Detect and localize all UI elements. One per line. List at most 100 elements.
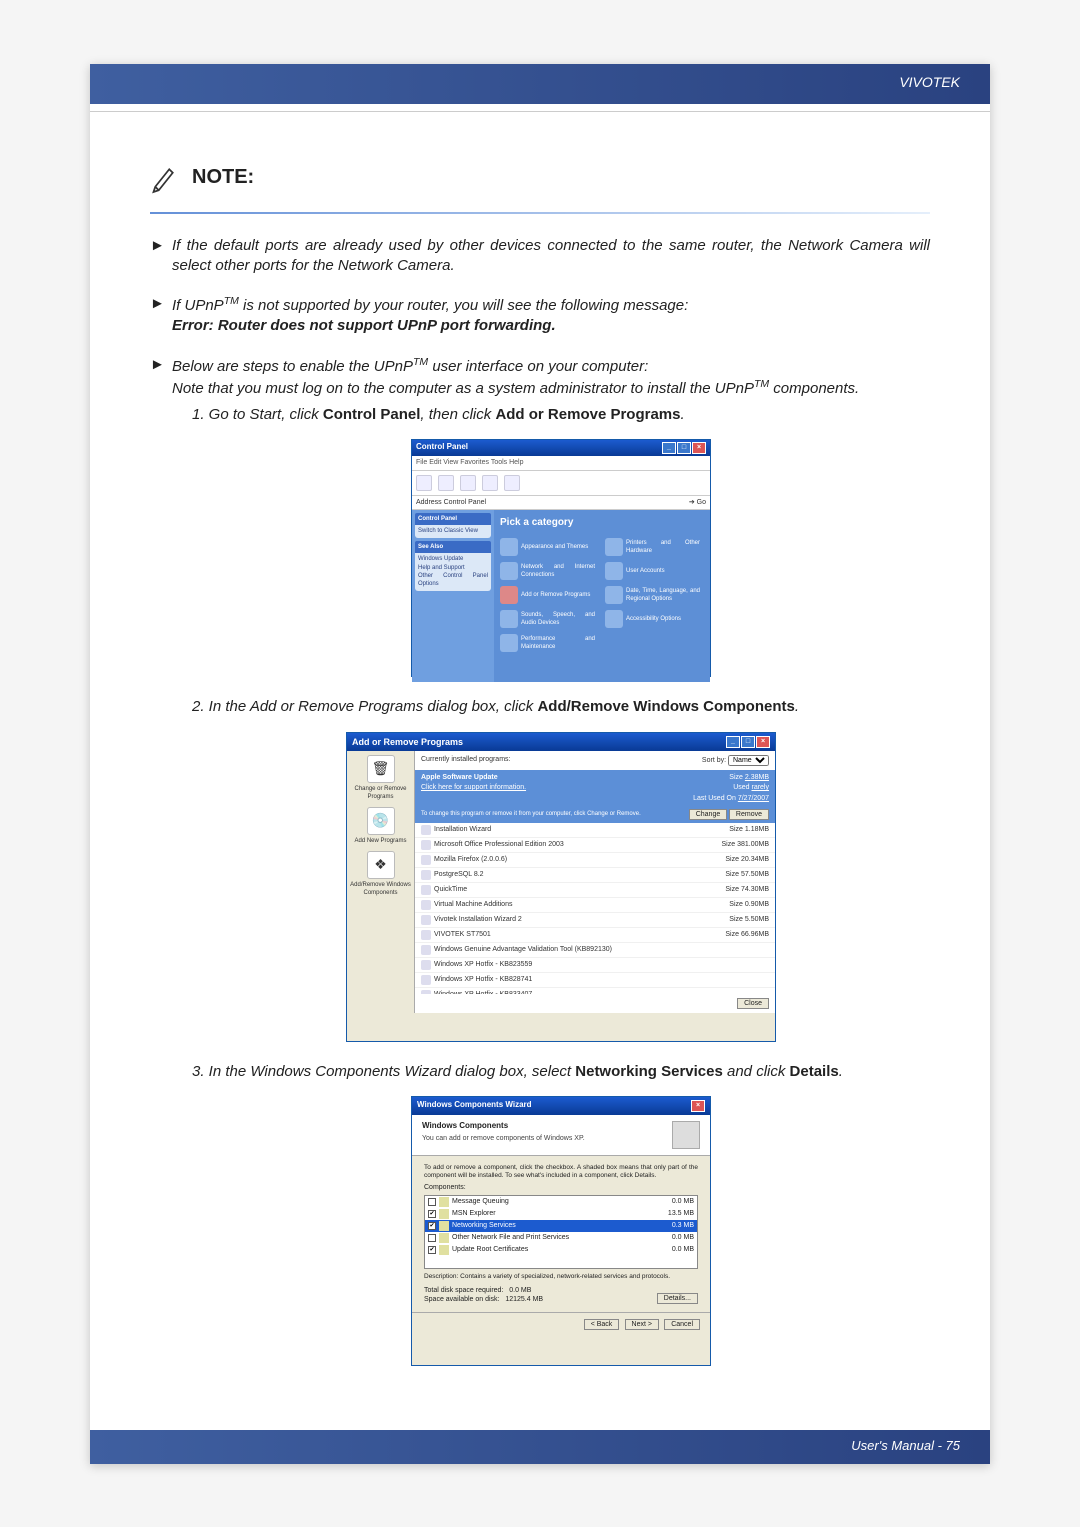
folders-button[interactable] [504,475,520,491]
cat-sounds[interactable]: Sounds, Speech, and Audio Devices [500,610,595,628]
sort-select[interactable]: Name [728,755,769,766]
sort-by: Sort by: Name [702,755,769,766]
search-button[interactable] [482,475,498,491]
cat-i-label: Performance and Maintenance [521,635,595,651]
note3-note-a: Note that you must log on to the compute… [172,380,754,397]
windows-update-link[interactable]: Windows Update [418,555,488,563]
comp-item[interactable]: Message Queuing0.0 MB [425,1196,697,1208]
arp-close-btn[interactable]: Close [737,998,769,1009]
disk-avail: 12125.4 MB [505,1296,543,1303]
note2-text-b: is not supported by your router, you wil… [239,297,688,314]
change-remove-tab[interactable]: 🗑Change or Remove Programs [349,755,412,801]
checkbox[interactable]: ✔ [428,1210,436,1218]
wcw-header-text: Windows Components You can add or remove… [422,1121,585,1143]
other-options-link[interactable]: Other Control Panel Options [418,572,488,588]
add-remove-windows-tab[interactable]: ❖Add/Remove Windows Components [349,851,412,897]
checkbox[interactable]: ✔ [428,1222,436,1230]
cp-menubar[interactable]: File Edit View Favorites Tools Help [412,456,710,470]
cat-network[interactable]: Network and Internet Connections [500,562,595,580]
checkbox[interactable]: ✔ [428,1246,436,1254]
header-accent [90,104,990,112]
checkbox[interactable] [428,1198,436,1206]
switch-classic-link[interactable]: Switch to Classic View [418,527,488,535]
change-button[interactable]: Change [689,809,728,820]
arp-maximize-button[interactable]: □ [741,736,755,748]
comp-item[interactable]: ✔Update Root Certificates0.0 MB [425,1244,697,1256]
cat-accessibility[interactable]: Accessibility Options [605,610,700,628]
arp-close-button[interactable]: × [756,736,770,748]
list-item[interactable]: Virtual Machine AdditionsSize 0.90MB [415,898,775,913]
cancel-button[interactable]: Cancel [664,1319,700,1330]
arp-minimize-button[interactable]: _ [726,736,740,748]
list-item[interactable]: Vivotek Installation Wizard 2Size 5.50MB [415,913,775,928]
close-button[interactable]: × [692,442,706,454]
comp-item[interactable]: ✔MSN Explorer13.5 MB [425,1208,697,1220]
wcw-close-button[interactable]: × [691,1100,705,1112]
wcw-heading: Windows Components [422,1121,585,1132]
cat-add-remove[interactable]: Add or Remove Programs [500,586,595,604]
brand-label: VIVOTEK [899,74,960,90]
list-item[interactable]: PostgreSQL 8.2Size 57.50MB [415,868,775,883]
tm-sup-3: TM [754,378,769,390]
next-button[interactable]: Next > [625,1319,659,1330]
s1d: Add or Remove Programs [495,406,680,423]
checkbox[interactable] [428,1234,436,1242]
wcw-header: Windows Components You can add or remove… [412,1115,710,1156]
list-item[interactable]: Mozilla Firefox (2.0.0.6)Size 20.34MB [415,853,775,868]
row5-name: Virtual Machine Additions [434,900,512,909]
tm-sup: TM [224,295,239,307]
list-item[interactable]: Installation WizardSize 1.18MB [415,823,775,838]
remove-button[interactable]: Remove [729,809,769,820]
wcw-window: Windows Components Wizard × Windows Comp… [411,1096,711,1366]
cat-appearance[interactable]: Appearance and Themes [500,538,595,556]
s1b: Control Panel [323,406,421,423]
s3c: and click [723,1063,790,1080]
minimize-button[interactable]: _ [662,442,676,454]
forward-button[interactable] [438,475,454,491]
list-item[interactable]: VIVOTEK ST7501Size 66.96MB [415,928,775,943]
row9-name: Windows XP Hotfix - KB823559 [434,960,532,969]
up-button[interactable] [460,475,476,491]
cat-performance[interactable]: Performance and Maintenance [500,634,595,652]
step-2: 2. In the Add or Remove Programs dialog … [192,697,930,1041]
selected-program-row[interactable]: Apple Software Update Click here for sup… [415,770,775,806]
sel-support-link[interactable]: Click here for support information. [421,783,526,792]
row4-size: 74.30MB [741,886,769,893]
list-item[interactable]: Windows XP Hotfix - KB828741 [415,973,775,988]
help-support-link[interactable]: Help and Support [418,564,488,572]
details-button[interactable]: Details... [657,1293,698,1304]
program-icon [421,915,431,925]
appearance-icon [500,538,518,556]
s2b: Add/Remove Windows Components [537,698,794,715]
comp-item[interactable]: Other Network File and Print Services0.0… [425,1232,697,1244]
comp-item-selected[interactable]: ✔Networking Services0.3 MB [425,1220,697,1232]
s2c: . [795,698,799,715]
maximize-button[interactable]: □ [677,442,691,454]
component-icon [439,1245,449,1255]
s1c: , then click [420,406,495,423]
list-item[interactable]: Windows Genuine Advantage Validation Too… [415,943,775,958]
steps-list: 1. Go to Start, click Control Panel, the… [172,405,930,1366]
cp-addressbar[interactable]: Address Control Panel ➔ Go [412,496,710,510]
s3e: . [839,1063,843,1080]
program-icon [421,960,431,970]
list-item[interactable]: Microsoft Office Professional Edition 20… [415,838,775,853]
list-item[interactable]: QuickTimeSize 74.30MB [415,883,775,898]
row8-name: Windows Genuine Advantage Validation Too… [434,945,612,954]
cp-toolbar [412,471,710,496]
cat-users[interactable]: User Accounts [605,562,700,580]
components-listbox[interactable]: Message Queuing0.0 MB ✔MSN Explorer13.5 … [424,1195,698,1269]
back-button[interactable]: < Back [584,1319,620,1330]
back-button[interactable] [416,475,432,491]
figure-add-remove-programs: Add or Remove Programs _ □ × [346,732,776,1042]
program-list[interactable]: Installation WizardSize 1.18MB Microsoft… [415,823,775,994]
cat-printers[interactable]: Printers and Other Hardware [605,538,700,556]
row0-name: Installation Wizard [434,825,491,834]
disk-info: Total disk space required: 0.0 MB Space … [424,1286,698,1305]
list-item[interactable]: Windows XP Hotfix - KB823559 [415,958,775,973]
sel-desc-row: To change this program or remove it from… [415,806,775,823]
add-new-tab[interactable]: 💿Add New Programs [349,807,412,845]
go-icon[interactable]: ➔ Go [689,498,706,507]
cat-datetime[interactable]: Date, Time, Language, and Regional Optio… [605,586,700,604]
row6-size: 5.50MB [745,916,769,923]
